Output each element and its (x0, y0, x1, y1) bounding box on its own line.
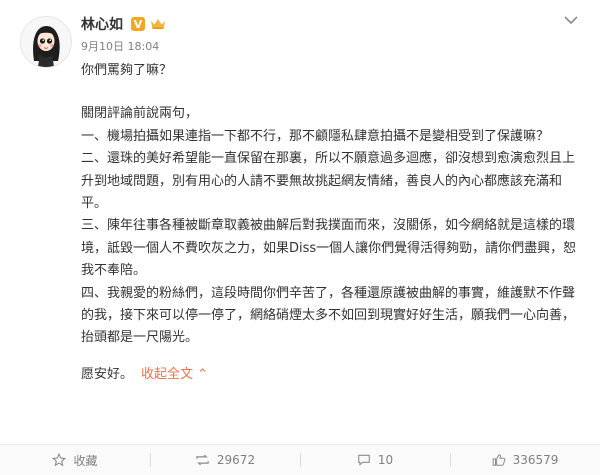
favorite-button[interactable]: 收藏 (0, 445, 150, 475)
collapse-label: 收起全文 (141, 366, 194, 382)
avatar[interactable] (20, 16, 72, 68)
post-content: 你們罵夠了嘛？ 關閉評論前說兩句， 一、機場拍攝如果連指一下都不行，那不顧隱私肆… (81, 60, 581, 386)
post-paragraph: 你們罵夠了嘛？ (81, 63, 173, 78)
crown-icon[interactable] (150, 17, 166, 31)
post-paragraph: 二、還珠的美好希望能一直保留在那裏，所以不願意過多迴應，卻沒想到愈演愈烈且上升到… (81, 151, 576, 212)
comment-button[interactable]: 10 (300, 445, 450, 475)
post-paragraph: 三、陳年往事各種被斷章取義被曲解后對我撲面而來，沒關係，如今網絡就是這樣的環境，… (81, 218, 577, 279)
avatar-image (21, 17, 71, 67)
comment-count: 10 (377, 453, 394, 467)
closing-text: 愿安好。 (81, 366, 134, 382)
action-bar: 收藏 29672 10 336579 (0, 444, 600, 475)
favorite-label: 收藏 (73, 453, 98, 468)
star-icon (52, 453, 67, 467)
thumbs-up-icon (492, 454, 505, 466)
post-timestamp[interactable]: 9月10日 18:04 (81, 38, 159, 54)
verified-badge[interactable]: V (131, 17, 145, 31)
like-button[interactable]: 336579 (450, 445, 600, 475)
like-count: 336579 (512, 453, 559, 467)
repost-count: 29672 (216, 453, 256, 467)
weibo-post-card: 林心如 V 9月10日 18:04 你們罵夠了嘛？ 關閉評論前說兩句， 一、機場… (0, 0, 600, 475)
chevron-down-icon (564, 16, 578, 25)
comment-icon (358, 454, 370, 466)
post-paragraph: 四、我親愛的粉絲們，這段時間你們辛苦了，各種還原護被曲解的事實，維護默不作聲的我… (81, 285, 576, 346)
author-row: 林心如 V (81, 13, 166, 35)
post-menu-button[interactable] (562, 14, 580, 28)
post-paragraph: 關閉評論前說兩句， (81, 106, 199, 122)
post-paragraph: 一、機場拍攝如果連指一下都不行，那不顧隱私肆意拍攝不是變相受到了保護嘛？ (81, 128, 550, 144)
author-name[interactable]: 林心如 (81, 14, 123, 34)
repost-icon (196, 454, 209, 466)
chevron-up-icon: ⌃ (197, 366, 209, 382)
closing-row: 愿安好。 收起全文 ⌃ (81, 364, 581, 386)
repost-button[interactable]: 29672 (150, 445, 300, 475)
collapse-button[interactable]: 收起全文 ⌃ (141, 367, 208, 382)
